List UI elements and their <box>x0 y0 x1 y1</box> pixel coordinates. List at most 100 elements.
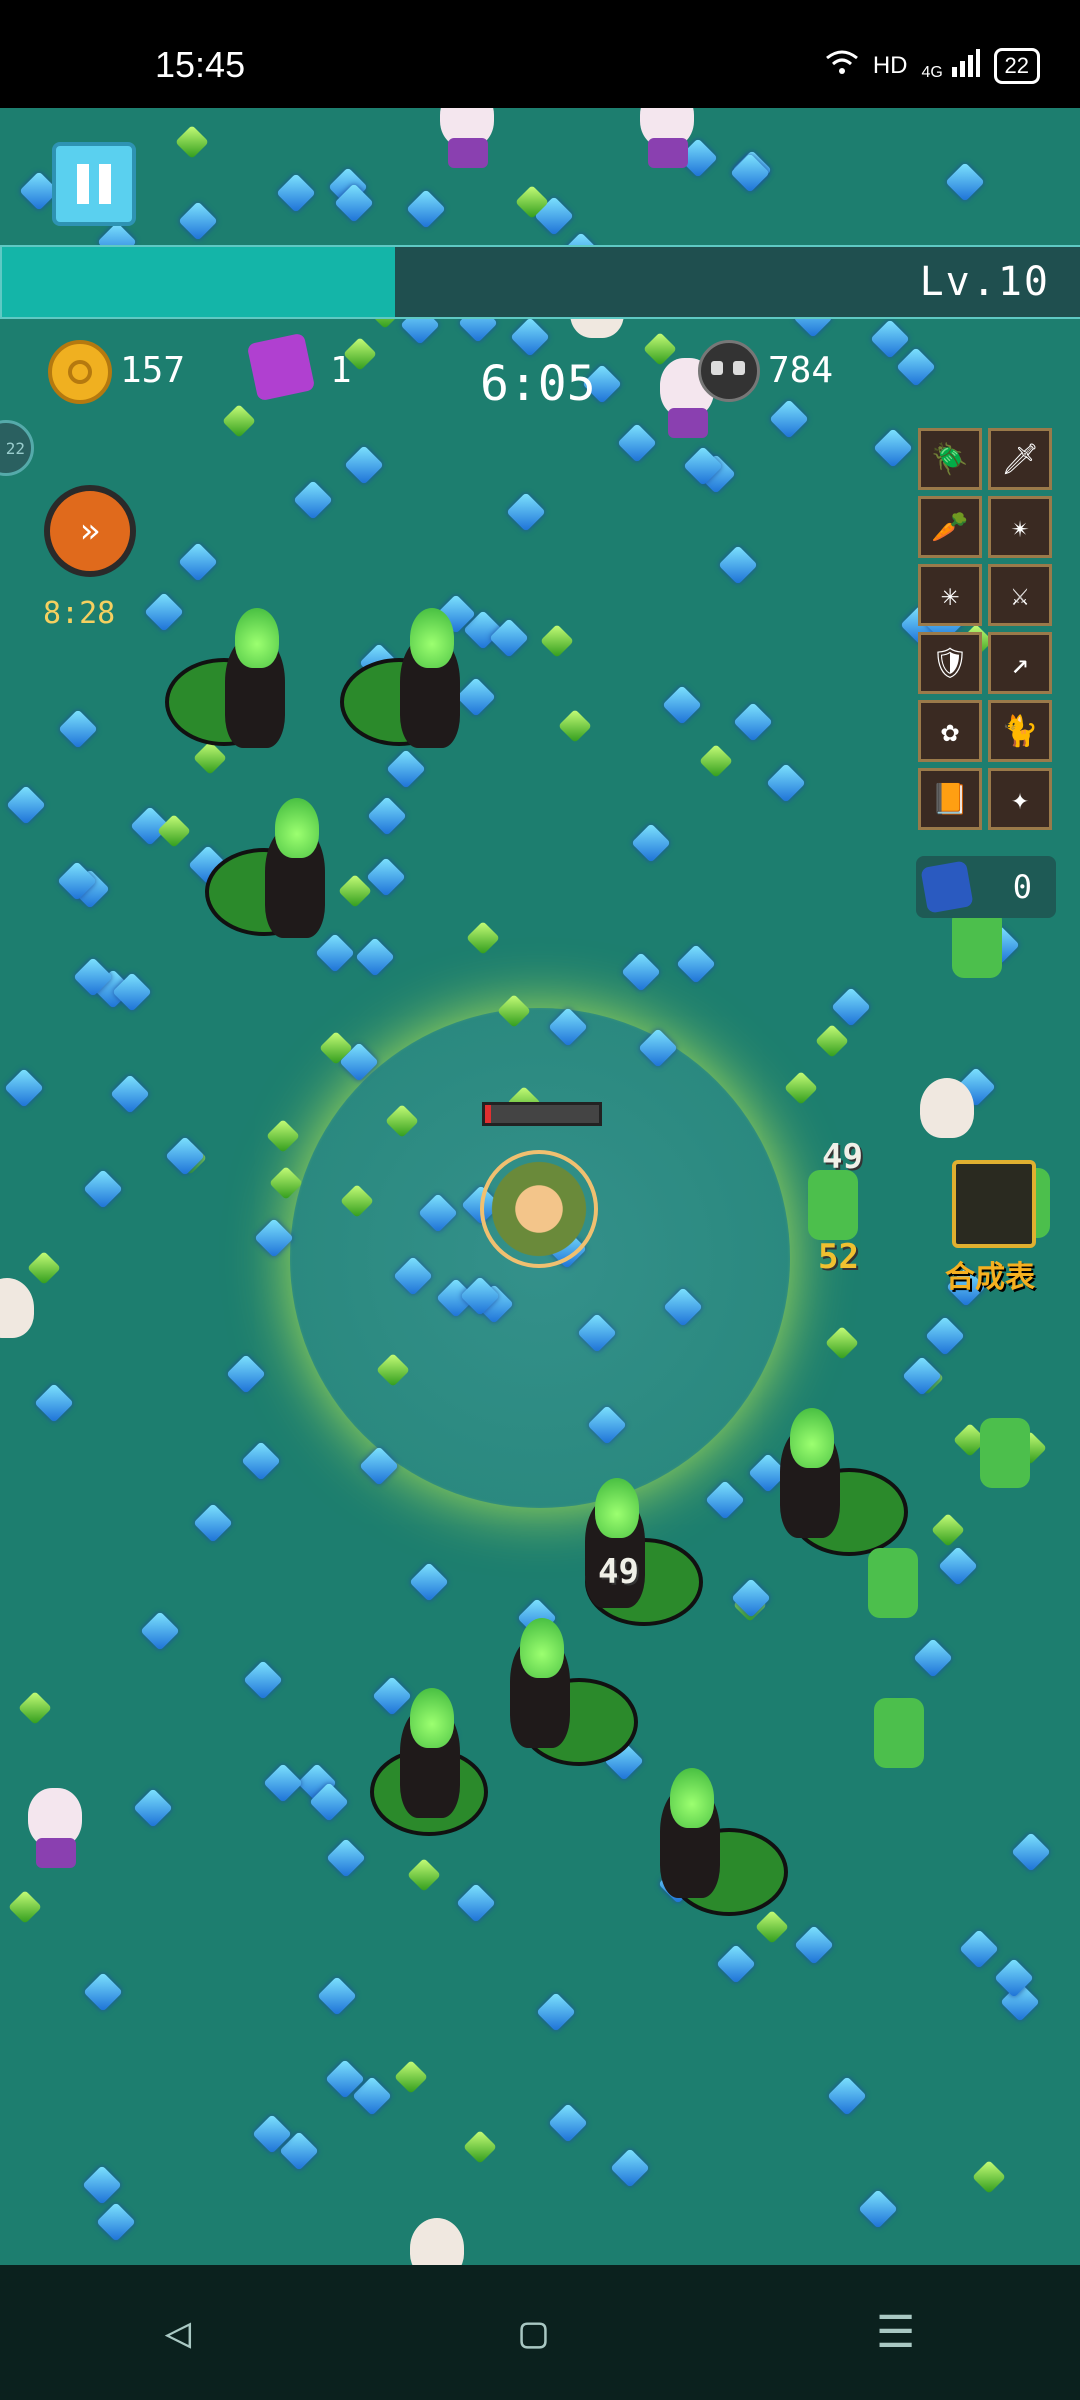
spider-enemy <box>760 1408 908 1558</box>
blue-gem <box>276 173 317 214</box>
pause-icon-bar <box>99 164 111 204</box>
blue-gem <box>193 1503 234 1543</box>
wizard-enemy <box>28 1788 82 1868</box>
status-icons: HD 4G 22 <box>825 48 1040 84</box>
blue-gem <box>83 1169 123 1209</box>
green-gem <box>266 1118 301 1153</box>
blue-gem <box>631 822 672 863</box>
goblin-enemy <box>952 908 1002 978</box>
dice-count: 0 <box>1012 868 1032 906</box>
blue-gem <box>548 2102 588 2143</box>
beetle-icon: 🪲 <box>918 428 982 490</box>
speed-up-button[interactable]: » <box>44 485 136 577</box>
blue-gem <box>325 1837 366 1878</box>
survival-timer: 6:05 <box>480 356 596 412</box>
skill-grid: 🪲 🗡 🥕 ✴ ✳ ⚔ 🛡 ↗ ✿ 🐈 📙 ✦ <box>918 428 1052 830</box>
kill-count: 784 <box>768 350 834 391</box>
skeleton-enemy <box>410 2218 464 2265</box>
spider-enemy <box>205 798 345 948</box>
puzzle-icon <box>246 332 316 402</box>
green-gem <box>394 2060 429 2095</box>
skull-icon <box>698 340 760 402</box>
blue-gem <box>355 937 396 977</box>
blue-gem <box>165 1136 206 1176</box>
armor-icon: 🛡 <box>918 632 982 694</box>
green-gem <box>814 1023 849 1058</box>
blue-gem <box>226 1353 266 1394</box>
wizard-enemy <box>440 108 494 168</box>
hero-hp-bar <box>482 1102 602 1126</box>
green-gem <box>221 404 256 439</box>
blue-gem <box>769 399 810 439</box>
blue-gem <box>705 1480 746 1521</box>
green-gem <box>783 1070 818 1105</box>
blue-gem <box>902 1355 943 1396</box>
green-gem <box>8 1890 43 1925</box>
shatter-icon: ✳ <box>918 564 982 626</box>
spider-enemy <box>640 1768 788 1918</box>
green-sword-icon: 🗡 <box>988 428 1052 490</box>
navigation-bar: ◁ ▢ ☰ <box>0 2265 1080 2400</box>
book-icon: 📙 <box>918 768 982 830</box>
signal-icon: 4G <box>922 48 980 84</box>
blue-gem <box>263 1762 303 1803</box>
blue-gem <box>610 2148 650 2188</box>
battery-icon: 22 <box>993 48 1040 84</box>
wifi-icon <box>825 50 859 83</box>
blue-gem <box>316 1976 357 2017</box>
green-gem <box>540 624 575 659</box>
craft-table-button[interactable]: 合成表 <box>930 1160 1050 1300</box>
blue-gem <box>870 319 910 360</box>
spider-enemy <box>165 608 305 758</box>
leaf-icon: ✿ <box>918 700 982 762</box>
blue-gem <box>793 1924 834 1965</box>
blue-gem <box>676 944 716 984</box>
craft-book-icon <box>952 1160 1036 1248</box>
blue-gem <box>177 200 218 241</box>
hero-character <box>480 1150 598 1268</box>
blue-gem <box>872 427 913 468</box>
blue-gem <box>177 542 218 583</box>
blue-gem <box>4 1068 44 1108</box>
blue-gem <box>254 1218 294 1258</box>
green-gem <box>824 1326 859 1361</box>
blue-gem <box>718 545 758 585</box>
blue-gem <box>366 857 407 897</box>
status-clock: 15:45 <box>155 44 246 85</box>
spider-enemy <box>350 1688 490 1838</box>
pause-button[interactable] <box>52 142 136 226</box>
blue-gem <box>510 317 550 358</box>
craft-table-label: 合成表 <box>945 1260 1035 1295</box>
home-icon[interactable]: ▢ <box>520 2307 547 2358</box>
carrot-staff-icon: 🥕 <box>918 496 982 558</box>
green-gem <box>174 124 209 159</box>
experience-fill <box>2 247 396 317</box>
blue-gem <box>110 1074 151 1115</box>
blue-gem <box>57 709 98 749</box>
menu-icon[interactable]: ☰ <box>876 2307 915 2358</box>
green-gem <box>26 1250 61 1285</box>
blue-gem <box>857 2189 898 2230</box>
blue-gem <box>96 2202 136 2242</box>
game-screen: 15:45 HD 4G 22 Lv.10 157 1 6:05 784 22 »… <box>0 0 1080 2400</box>
blue-gem <box>240 1440 281 1481</box>
blue-gem <box>945 162 985 203</box>
hd-icon: HD <box>872 52 908 79</box>
blue-gem <box>81 2164 122 2205</box>
purple-sword-icon: ⚔ <box>988 564 1052 626</box>
blue-gem <box>731 1578 771 1619</box>
dice-panel[interactable]: 0 <box>916 856 1056 918</box>
green-gem <box>406 1857 441 1892</box>
damage-number: 49 <box>598 1552 639 1592</box>
blue-gem <box>826 2076 867 2116</box>
status-bar: 15:45 HD 4G 22 <box>0 0 1080 108</box>
skeleton-enemy <box>920 1078 974 1138</box>
spider-enemy <box>490 1618 638 1768</box>
blue-gem <box>34 1383 75 1423</box>
back-icon[interactable]: ◁ <box>165 2307 192 2358</box>
goblin-enemy <box>874 1698 924 1768</box>
blue-gem <box>367 796 408 836</box>
blue-gem <box>409 1562 450 1603</box>
hero-hp-fill <box>485 1105 491 1123</box>
burst-icon: ✴ <box>988 496 1052 558</box>
